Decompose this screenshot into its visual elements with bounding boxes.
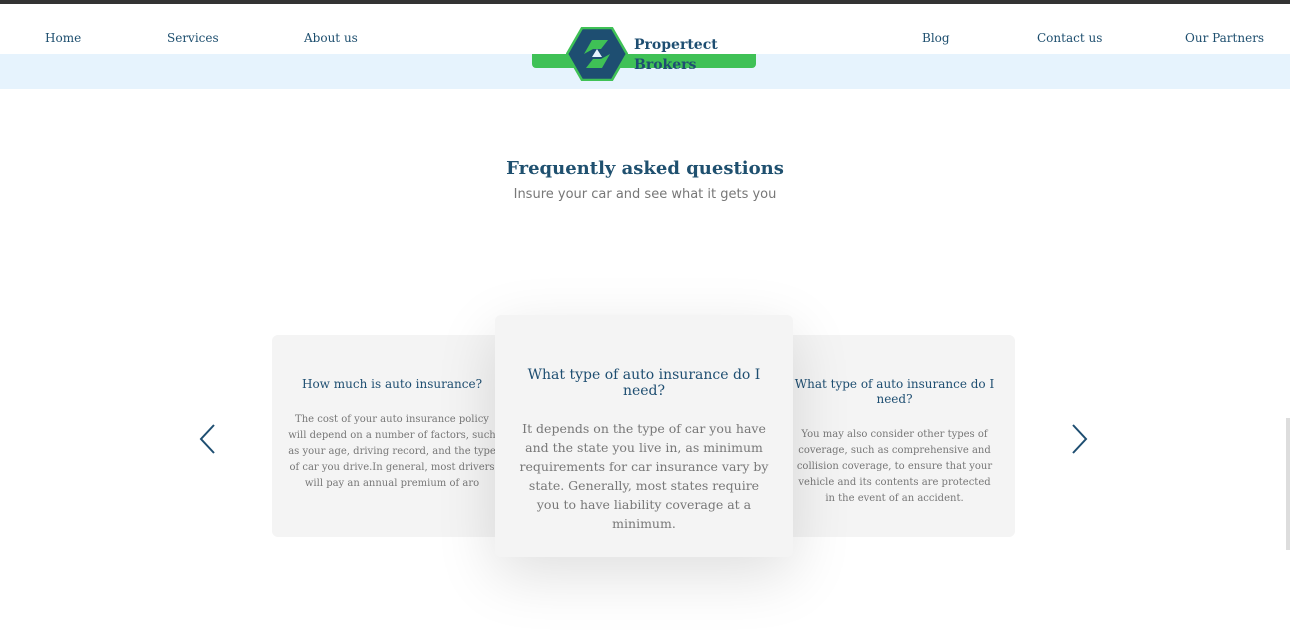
faq-card-active[interactable]: What type of auto insurance do I need? I… [495,315,793,557]
nav-our-partners[interactable]: Our Partners [1185,31,1264,45]
faq-card-question: How much is auto insurance? [301,377,483,391]
nav-contact-us[interactable]: Contact us [1037,31,1102,45]
nav-blog[interactable]: Blog [922,31,950,45]
scrollbar[interactable] [1286,418,1290,550]
faq-card-answer: The cost of your auto insurance policy w… [288,414,496,489]
faq-title: Frequently asked questions [506,158,784,179]
brand-name[interactable]: Propertect Brokers [634,35,754,75]
chevron-left-icon[interactable] [198,423,218,455]
brand-logo-icon[interactable] [566,27,628,81]
faq-card[interactable]: What type of auto insurance do I need? Y… [774,335,1015,537]
nav-services[interactable]: Services [167,31,219,45]
faq-card-answer: You may also consider other types of cov… [796,429,993,504]
chevron-right-icon[interactable] [1069,423,1089,455]
brand-name-line1: Propertect [634,37,718,53]
faq-card-answer: It depends on the type of car you have a… [519,421,769,531]
nav-home[interactable]: Home [45,31,81,45]
faq-card-question: What type of auto insurance do I need? [794,377,995,406]
faq-subtitle: Insure your car and see what it gets you [513,187,777,202]
nav-about-us[interactable]: About us [304,31,358,45]
brand-name-line2: Brokers [634,57,697,73]
faq-card-question: What type of auto insurance do I need? [527,367,761,399]
faq-card[interactable]: How much is auto insurance? The cost of … [272,335,512,537]
